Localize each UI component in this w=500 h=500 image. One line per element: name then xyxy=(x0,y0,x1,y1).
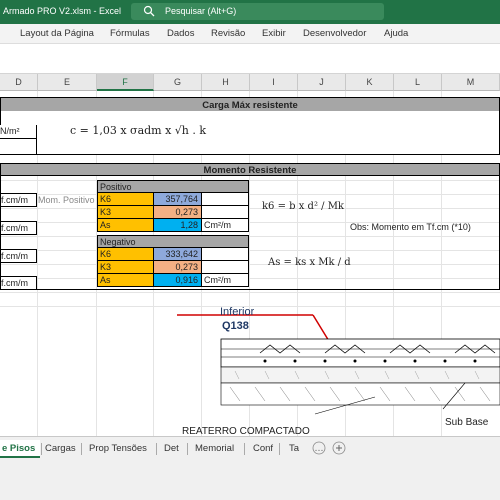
positivo-k6-label[interactable]: K6 xyxy=(97,192,154,206)
positivo-k6-value[interactable]: 357,764 xyxy=(153,192,202,206)
label-reaterro: REATERRO COMPACTADO xyxy=(182,426,310,436)
column-header-k[interactable]: K xyxy=(346,74,394,91)
negativo-k6-value[interactable]: 333,642 xyxy=(153,247,202,261)
add-sheet-icon[interactable] xyxy=(332,441,346,455)
negativo-as-value[interactable]: 0,916 xyxy=(153,273,202,287)
negativo-as-unit[interactable]: Cm²/m xyxy=(201,273,249,287)
compacted-fill-layer xyxy=(220,382,500,406)
left-unit-4[interactable]: f.cm/m xyxy=(0,276,37,290)
status-bar-area xyxy=(0,460,500,500)
tab-layout-da-pagina[interactable]: Layout da Página xyxy=(20,28,94,39)
sheet-tab-pisos[interactable]: e Pisos xyxy=(0,440,40,458)
column-header-d[interactable]: D xyxy=(0,74,38,91)
sheet-tab-det[interactable]: Det xyxy=(164,440,179,458)
sheet-tab-prop-tensoes[interactable]: Prop Tensões xyxy=(89,440,147,458)
search-icon xyxy=(143,5,155,17)
column-header-g[interactable]: G xyxy=(154,74,202,91)
tab-revisao[interactable]: Revisão xyxy=(211,28,245,39)
sheet-tab-cargas[interactable]: Cargas xyxy=(45,440,76,458)
left-unit-2[interactable]: f.cm/m xyxy=(0,221,37,235)
label-inferior: Inferior xyxy=(220,306,255,318)
carga-cell-empty[interactable] xyxy=(0,139,37,154)
negativo-as-label[interactable]: As xyxy=(97,273,154,287)
sheet-tab-conf[interactable]: Conf xyxy=(253,440,273,458)
positivo-as-label[interactable]: As xyxy=(97,218,154,232)
label-q138: Q138 xyxy=(222,320,249,332)
sub-base-layer xyxy=(220,366,500,384)
search-box[interactable]: Pesquisar (Alt+G) xyxy=(131,3,384,20)
column-header-f[interactable]: F xyxy=(97,74,154,91)
left-unit-3[interactable]: f.cm/m xyxy=(0,249,37,263)
column-header-l[interactable]: L xyxy=(394,74,442,91)
obs-note: Obs: Momento em Tf.cm (*10) xyxy=(350,222,471,232)
search-placeholder: Pesquisar (Alt+G) xyxy=(165,6,237,16)
tab-desenvolvedor[interactable]: Desenvolvedor xyxy=(303,28,366,39)
window-title: Armado PRO V2.xlsm - Excel xyxy=(3,6,122,16)
tab-exibir[interactable]: Exibir xyxy=(262,28,286,39)
tab-formulas[interactable]: Fórmulas xyxy=(110,28,150,39)
positivo-as-unit[interactable]: Cm²/m xyxy=(201,218,249,232)
worksheet[interactable]: Carga Máx resistente N/m² c = 1,03 x σad… xyxy=(0,91,500,436)
negativo-k3-label[interactable]: K3 xyxy=(97,260,154,274)
negativo-k6-extra[interactable] xyxy=(201,247,249,261)
positivo-k3-value[interactable]: 0,273 xyxy=(153,205,202,219)
positivo-k3-label[interactable]: K3 xyxy=(97,205,154,219)
formula-as: As = ks x Mk / d xyxy=(268,257,351,268)
negativo-k6-label[interactable]: K6 xyxy=(97,247,154,261)
left-unit-1[interactable]: f.cm/m xyxy=(0,193,37,207)
carga-formula: c = 1,03 x σadm x √h . k xyxy=(70,124,207,137)
ribbon-tabs: Layout da Página Fórmulas Dados Revisão … xyxy=(0,24,500,44)
negativo-k3-extra[interactable] xyxy=(201,260,249,274)
column-header-h[interactable]: H xyxy=(202,74,250,91)
column-header-i[interactable]: I xyxy=(250,74,298,91)
sheet-tab-memorial[interactable]: Memorial xyxy=(195,440,234,458)
sheet-tabs-bar: e Pisos Cargas Prop Tensões Det Memorial… xyxy=(0,436,500,460)
concrete-slab xyxy=(220,338,500,368)
tab-ajuda[interactable]: Ajuda xyxy=(384,28,408,39)
formula-k6: k6 = b x d² / Mk xyxy=(262,201,344,212)
carga-header: Carga Máx resistente xyxy=(0,97,500,112)
negativo-k3-value[interactable]: 0,273 xyxy=(153,260,202,274)
carga-unit[interactable]: N/m² xyxy=(0,125,37,139)
sheet-tab-ta[interactable]: Ta xyxy=(289,440,299,458)
mom-positivo-label[interactable]: Mom. Positivo N xyxy=(38,194,98,207)
positivo-k3-extra[interactable] xyxy=(201,205,249,219)
tab-scroll-right-icon[interactable]: … xyxy=(312,441,326,455)
tab-dados[interactable]: Dados xyxy=(167,28,194,39)
positivo-k6-extra[interactable] xyxy=(201,192,249,206)
column-header-j[interactable]: J xyxy=(298,74,346,91)
formula-bar-area xyxy=(0,44,500,74)
label-subbase: Sub Base xyxy=(445,417,489,428)
column-header-m[interactable]: M xyxy=(442,74,500,91)
title-bar: Armado PRO V2.xlsm - Excel Pesquisar (Al… xyxy=(0,0,500,24)
positivo-as-value[interactable]: 1,28 xyxy=(153,218,202,232)
svg-text:…: … xyxy=(315,444,324,454)
column-header-e[interactable]: E xyxy=(38,74,97,91)
